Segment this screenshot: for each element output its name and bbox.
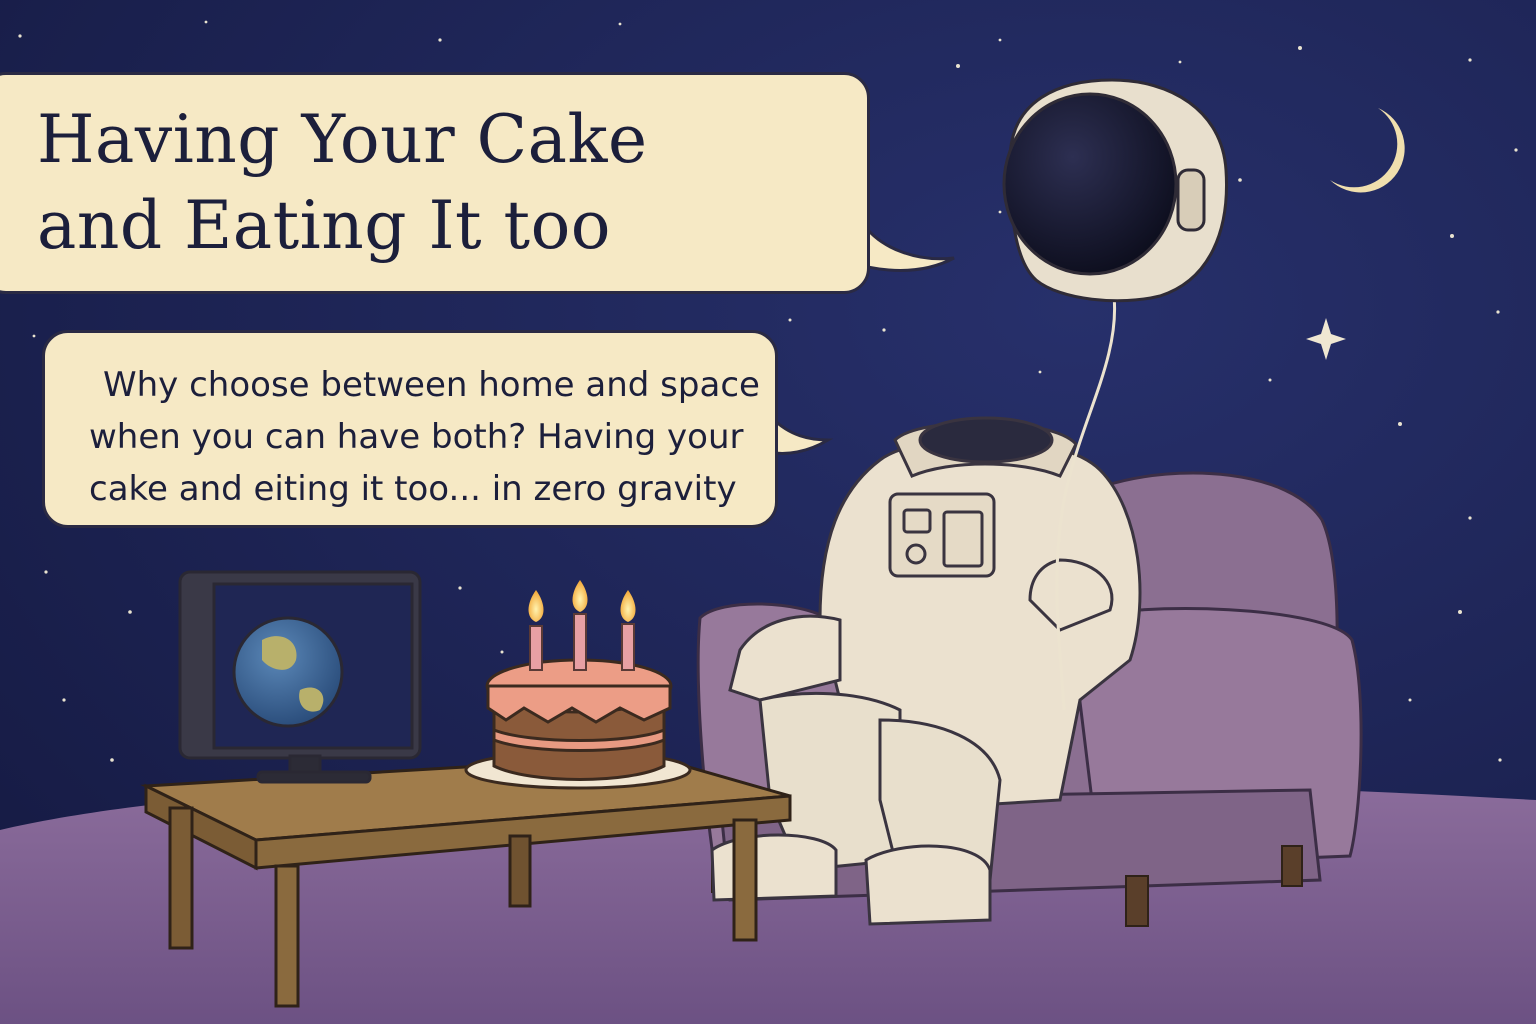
title-speech-bubble: Having Your Cake and Eating It too bbox=[0, 72, 870, 294]
floating-helmet-balloon bbox=[1002, 78, 1228, 303]
title-line-2: and Eating It too bbox=[37, 187, 612, 264]
illustration-scene: Having Your Cake and Eating It too Why c… bbox=[0, 0, 1536, 1024]
caption-line-1: Why choose between home and space bbox=[103, 365, 760, 405]
tv-showing-earth bbox=[178, 570, 422, 784]
caption-line-3: cake and eiting it too... in zero gravit… bbox=[89, 469, 737, 509]
caption-line-2: when you can have both? Having your bbox=[89, 417, 744, 457]
caption-speech-bubble: Why choose between home and space when y… bbox=[42, 330, 778, 528]
birthday-cake bbox=[464, 658, 692, 790]
title-line-1: Having Your Cake bbox=[37, 101, 648, 178]
